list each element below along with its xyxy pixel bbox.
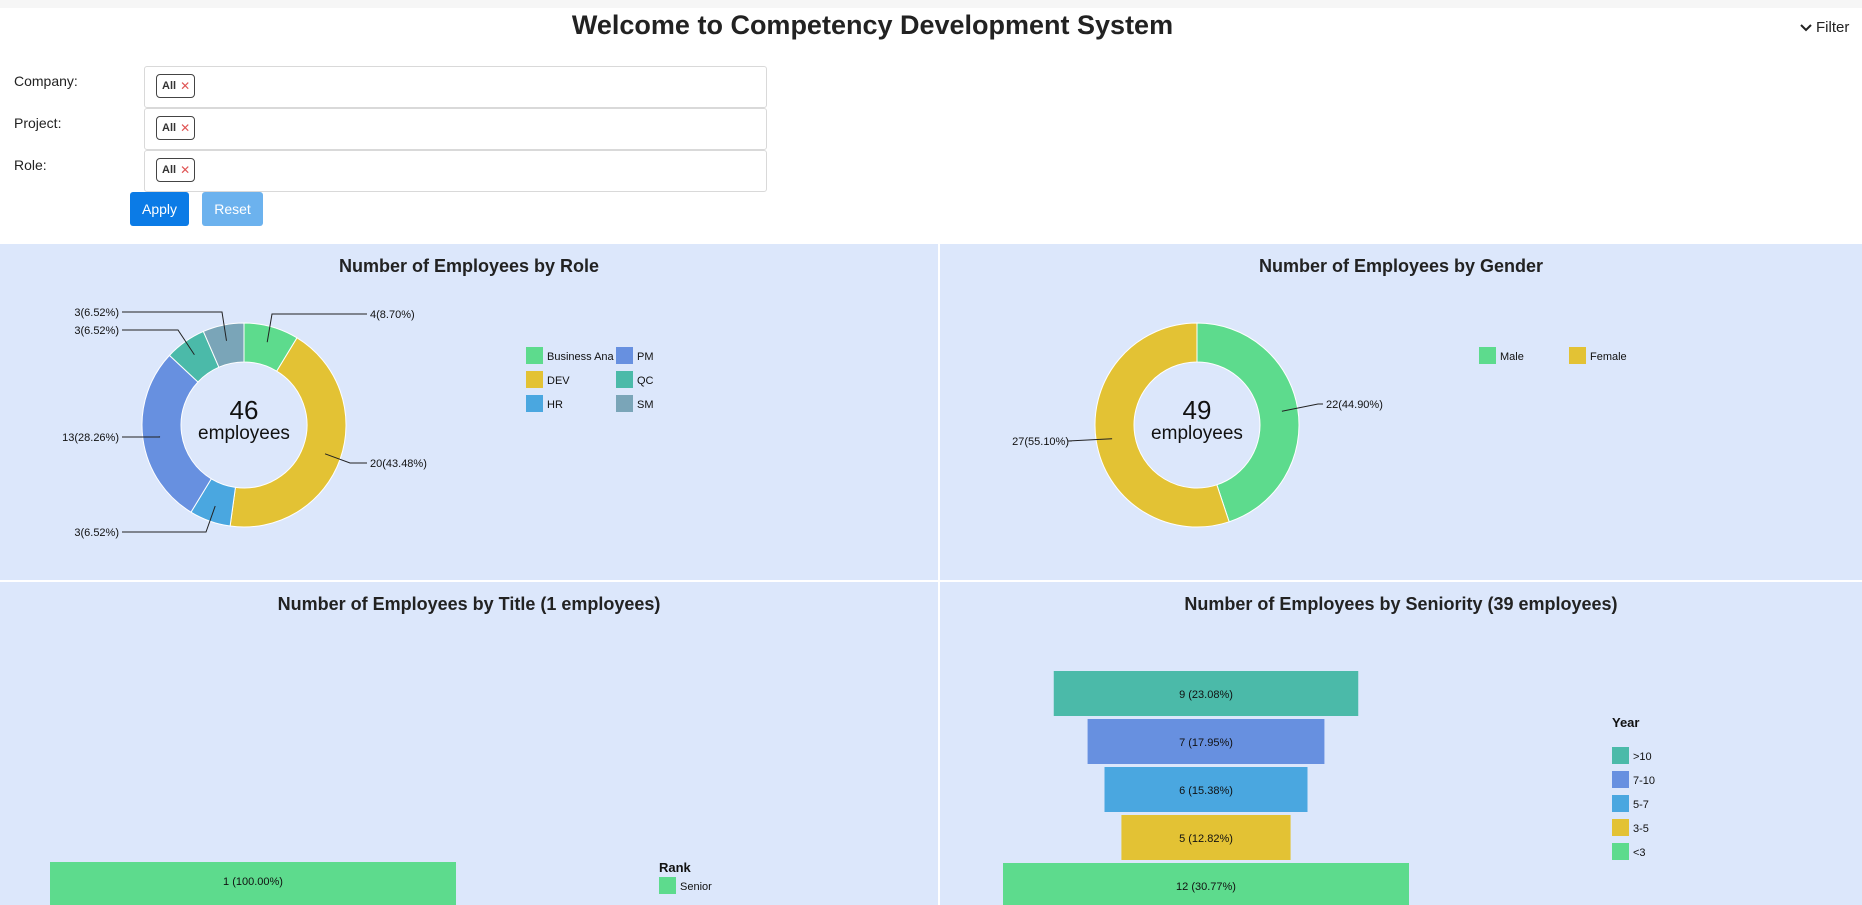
apply-button[interactable]: Apply	[130, 192, 189, 226]
slice-label-hr: 3(6.52%)	[74, 527, 119, 539]
chevron-down-icon	[1800, 23, 1812, 31]
legend-item-7-10: 7-10	[1633, 775, 1655, 787]
title-chart-panel: Number of Employees by Title (1 employee…	[0, 582, 938, 905]
role-tag-label: All	[162, 164, 177, 176]
legend-swatch	[526, 395, 543, 412]
role-select[interactable]: All ✕	[144, 150, 767, 192]
close-icon[interactable]: ✕	[180, 163, 190, 177]
bar-label-senior: 1 (100.00%)	[223, 876, 283, 888]
gender-chart-panel: Number of Employees by Gender 22(44.90%)…	[940, 244, 1862, 580]
company-filter: Company: All ✕	[0, 66, 780, 108]
legend-item-5-7: 5-7	[1633, 799, 1649, 811]
bar-label-3: 12 (30.77%)	[1176, 881, 1236, 893]
bar-label-7-10: 7 (17.95%)	[1179, 737, 1233, 749]
legend-swatch	[526, 371, 543, 388]
legend-swatch	[1612, 795, 1629, 812]
legend-swatch	[616, 371, 633, 388]
legend-item-3: <3	[1633, 847, 1646, 859]
legend-swatch	[1569, 347, 1586, 364]
slice-label-business-analyst: 4(8.70%)	[370, 309, 415, 321]
center-value: 46	[230, 395, 259, 425]
role-tag: All ✕	[156, 158, 196, 182]
title-bar-chart: 1 (100.00%) Rank Senior	[50, 860, 712, 905]
slice-label-male: 22(44.90%)	[1326, 399, 1383, 411]
legend-item-hr: HR	[547, 399, 563, 411]
legend-item-female: Female	[1590, 351, 1627, 363]
company-tag: All ✕	[156, 74, 196, 98]
center-value: 49	[1183, 395, 1212, 425]
seniority-funnel-chart: 9 (23.08%) 7 (17.95%) 6 (15.38%) 5 (12.82%)…	[1003, 671, 1655, 905]
bar-label-5-7: 6 (15.38%)	[1179, 785, 1233, 797]
bar-label-3-5: 5 (12.82%)	[1179, 833, 1233, 845]
reset-button[interactable]: Reset	[202, 192, 263, 226]
legend-item-business-ana: Business Ana	[547, 351, 615, 363]
bar-label-10: 9 (23.08%)	[1179, 689, 1233, 701]
legend-swatch	[659, 877, 676, 894]
project-tag: All ✕	[156, 116, 196, 140]
legend-title: Year	[1612, 715, 1639, 730]
page-title: Welcome to Competency Development System	[571, 10, 1174, 40]
legend-swatch	[1612, 819, 1629, 836]
slice-label-female: 27(55.10%)	[1012, 436, 1069, 448]
center-label: employees	[198, 423, 290, 444]
company-tag-label: All	[162, 80, 177, 92]
legend-swatch	[616, 395, 633, 412]
company-select[interactable]: All ✕	[144, 66, 767, 108]
filter-toggle[interactable]: Filter	[1800, 19, 1849, 36]
legend-swatch	[1612, 771, 1629, 788]
seniority-chart-panel: Number of Employees by Seniority (39 emp…	[940, 582, 1862, 905]
legend-item-10: >10	[1633, 751, 1652, 763]
legend-item-qc: QC	[637, 375, 654, 387]
role-donut-chart: 4(8.70%) 20(43.48%) 3(6.52%) 13(28.26%) 3(6.…	[62, 307, 654, 539]
slice-label-dev: 20(43.48%)	[370, 458, 427, 470]
role-chart-panel: Number of Employees by Role 4(8.70%) 20(4…	[0, 244, 938, 580]
gender-donut-chart: 22(44.90%) 27(55.10%) 49employees Male Femal…	[1012, 322, 1627, 528]
project-filter: Project: All ✕	[0, 108, 780, 150]
top-strip	[0, 0, 1862, 8]
legend-swatch	[526, 347, 543, 364]
filter-label: Filter	[1816, 19, 1850, 36]
legend-item-3-5: 3-5	[1633, 823, 1649, 835]
legend-swatch	[1612, 747, 1629, 764]
legend-item-senior: Senior	[680, 881, 712, 893]
close-icon[interactable]: ✕	[180, 79, 190, 93]
legend-item-dev: DEV	[547, 375, 570, 387]
legend-item-pm: PM	[637, 351, 654, 363]
project-label: Project:	[14, 115, 62, 131]
role-filter: Role: All ✕	[0, 150, 780, 192]
legend-title: Rank	[659, 860, 692, 875]
center-label: employees	[1151, 423, 1243, 444]
slice-label-sm: 3(6.52%)	[74, 307, 119, 319]
project-tag-label: All	[162, 122, 177, 134]
role-label: Role:	[14, 157, 47, 173]
legend-swatch	[616, 347, 633, 364]
company-label: Company:	[14, 73, 78, 89]
slice-label-qc: 3(6.52%)	[74, 325, 119, 337]
close-icon[interactable]: ✕	[180, 121, 190, 135]
legend-item-male: Male	[1500, 351, 1524, 363]
legend-swatch	[1612, 843, 1629, 860]
legend-swatch	[1479, 347, 1496, 364]
legend-item-sm: SM	[637, 399, 654, 411]
slice-label-pm: 13(28.26%)	[62, 432, 119, 444]
project-select[interactable]: All ✕	[144, 108, 767, 150]
